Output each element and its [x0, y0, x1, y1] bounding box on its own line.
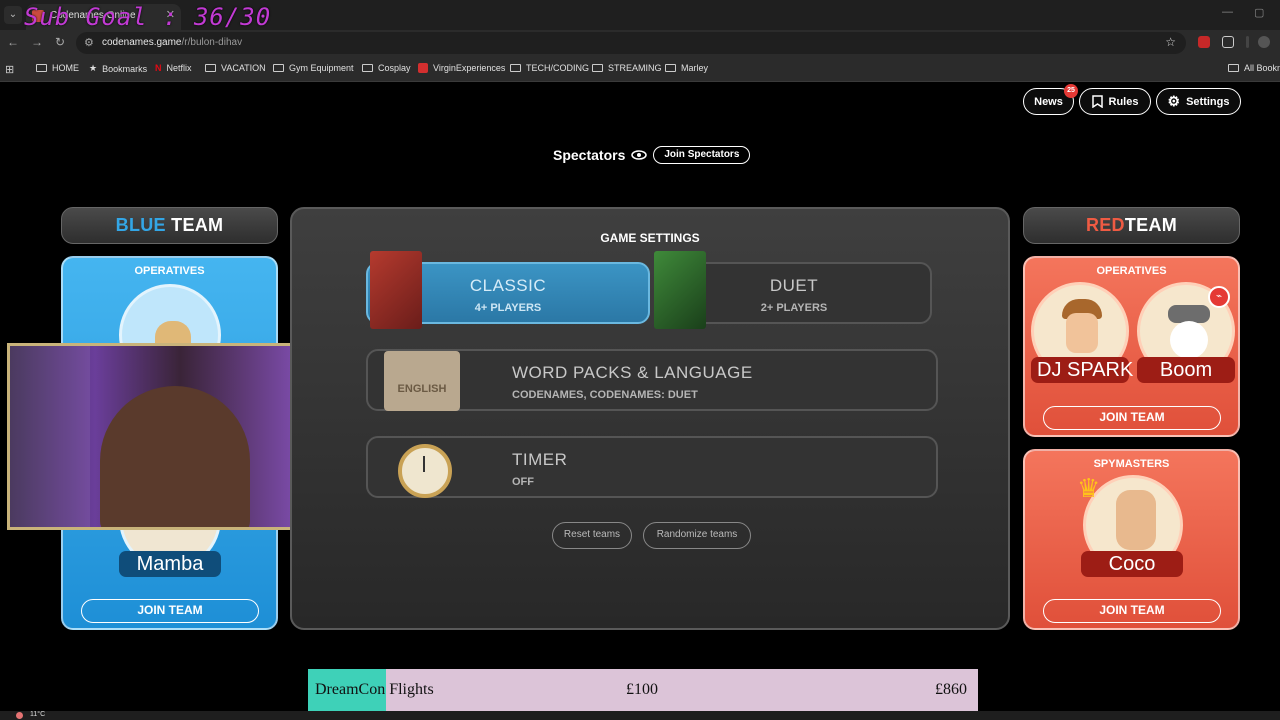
- settings-label: Settings: [1186, 95, 1230, 108]
- url-text: codenames.game/r/bulon-dihav: [102, 37, 243, 48]
- bookmark-cosplay[interactable]: Cosplay: [362, 63, 411, 73]
- folder-icon: [510, 64, 521, 72]
- spectators-bar: Spectators Join Spectators: [553, 146, 751, 164]
- bookmark-vacation[interactable]: VACATION: [205, 63, 266, 73]
- classic-box-art: [370, 251, 422, 329]
- game-settings-title: GAME SETTINGS: [600, 231, 700, 245]
- red-operative-name-2: Boom: [1137, 357, 1235, 383]
- red-join-spymasters-button[interactable]: JOIN TEAM: [1043, 599, 1221, 623]
- tab-search-icon[interactable]: ⌄: [4, 6, 22, 24]
- address-bar[interactable]: ⚙ codenames.game/r/bulon-dihav ☆: [76, 32, 1186, 54]
- site-info-icon[interactable]: ⚙: [84, 36, 94, 49]
- extension-icon[interactable]: [1198, 36, 1210, 48]
- settings-button[interactable]: ⚙ Settings: [1156, 88, 1241, 115]
- gear-icon: ⚙: [1167, 93, 1181, 109]
- news-count-badge: 25: [1064, 84, 1078, 98]
- blue-operatives-label: OPERATIVES: [134, 265, 205, 277]
- bookmark-icon: [1091, 95, 1103, 108]
- bookmark-bookmarks[interactable]: ★ Bookmarks: [89, 63, 147, 74]
- folder-icon: [36, 64, 47, 72]
- divider: [1246, 36, 1249, 48]
- donation-title: DreamCon Flights: [315, 681, 434, 698]
- bookmark-home[interactable]: HOME: [36, 63, 79, 73]
- clock-hand: [423, 456, 425, 472]
- sub-goal-overlay: Sub Goal : 36/30: [24, 3, 272, 31]
- donation-current: £100: [626, 681, 658, 698]
- forward-icon[interactable]: →: [31, 35, 43, 49]
- blue-team-header: BLUE TEAM: [61, 207, 278, 244]
- red-operative-name-1: DJ SPARK: [1031, 357, 1133, 383]
- bookmarks-bar: ⊞ HOME ★ Bookmarks N Netflix VACATION Gym …: [0, 56, 1280, 82]
- all-bookmarks[interactable]: All Bookm: [1228, 63, 1280, 73]
- word-packs-value: CODENAMES, CODENAMES: DUET: [512, 389, 698, 401]
- randomize-teams-button[interactable]: Randomize teams: [643, 522, 751, 549]
- news-button[interactable]: News 25: [1023, 84, 1078, 115]
- blue-join-spymasters-button[interactable]: JOIN TEAM: [81, 599, 259, 623]
- red-spymasters-panel: SPYMASTERS ♛ Coco JOIN TEAM: [1023, 449, 1240, 630]
- folder-icon: [273, 64, 284, 72]
- reset-teams-button[interactable]: Reset teams: [552, 522, 632, 549]
- news-label: News: [1034, 95, 1063, 108]
- streamer-webcam-overlay: [7, 343, 297, 530]
- game-settings-panel: GAME SETTINGS CLASSIC 4+ PLAYERS DUET 2+…: [290, 207, 1010, 630]
- timer-button[interactable]: TIMER OFF: [366, 436, 938, 498]
- avatar-face: [1066, 313, 1098, 353]
- eye-icon: [631, 150, 648, 160]
- spectators-label: Spectators: [553, 147, 626, 163]
- red-operatives-panel: OPERATIVES ⌁ DJ SPARK Boom JOIN TEAM: [1023, 256, 1240, 437]
- rules-button[interactable]: Rules: [1079, 88, 1151, 115]
- donation-goal: £860: [935, 681, 967, 698]
- stopwatch-icon: [398, 444, 452, 498]
- os-taskbar: 11°C: [0, 711, 1280, 720]
- avatar-face: [1116, 490, 1156, 550]
- bookmark-tech-coding[interactable]: TECH/CODING: [510, 63, 589, 73]
- weather-icon: [16, 712, 23, 719]
- minimize-icon[interactable]: —: [1222, 6, 1233, 18]
- disconnected-wifi-icon: ⌁: [1208, 286, 1230, 308]
- streamer-figure: [100, 386, 250, 527]
- duet-box-art: [654, 251, 706, 329]
- word-pack-box-icon: ENGLISH: [384, 351, 460, 411]
- folder-icon: [592, 64, 603, 72]
- back-icon[interactable]: ←: [7, 35, 19, 49]
- red-spymaster-name: Coco: [1081, 551, 1183, 577]
- folder-icon: [665, 64, 676, 72]
- bookmark-marley[interactable]: Marley: [665, 63, 708, 73]
- star-icon: ★: [89, 63, 98, 73]
- bookmark-virgin-experiences[interactable]: VirginExperiences: [418, 63, 505, 73]
- extensions-puzzle-icon[interactable]: [1222, 36, 1234, 48]
- folder-icon: [205, 64, 216, 72]
- browser-nav-bar: ← → ↻ ⚙ codenames.game/r/bulon-dihav ☆: [0, 30, 1280, 56]
- netflix-icon: N: [155, 63, 162, 73]
- timer-value: OFF: [512, 476, 534, 488]
- word-packs-button[interactable]: ENGLISH WORD PACKS & LANGUAGE CODENAMES,…: [366, 349, 938, 411]
- rules-label: Rules: [1108, 95, 1139, 108]
- folder-icon: [1228, 64, 1239, 72]
- bookmark-star-icon[interactable]: ☆: [1165, 35, 1176, 49]
- maximize-icon[interactable]: ▢: [1254, 6, 1264, 19]
- red-spymasters-label: SPYMASTERS: [1093, 458, 1170, 470]
- red-team-header: REDTEAM: [1023, 207, 1240, 244]
- apps-grid-icon[interactable]: ⊞: [5, 63, 14, 76]
- bookmark-netflix[interactable]: N Netflix: [155, 63, 192, 73]
- bookmark-streaming[interactable]: STREAMING: [592, 63, 662, 73]
- timer-title: TIMER: [512, 450, 568, 469]
- webcam-light: [10, 346, 90, 527]
- blue-spymaster-name: Mamba: [119, 551, 221, 577]
- word-packs-title: WORD PACKS & LANGUAGE: [512, 363, 753, 382]
- donation-goal-bar: DreamCon Flights £100 £860: [308, 669, 978, 712]
- join-spectators-button[interactable]: Join Spectators: [653, 146, 751, 164]
- reload-icon[interactable]: ↻: [55, 35, 65, 49]
- red-join-operatives-button[interactable]: JOIN TEAM: [1043, 406, 1221, 430]
- crown-icon: ♛: [1077, 473, 1101, 503]
- profile-avatar-icon[interactable]: [1258, 36, 1270, 48]
- weather-temperature: 11°C: [30, 711, 46, 718]
- folder-icon: [362, 64, 373, 72]
- virgin-icon: [418, 63, 428, 73]
- bookmark-gym-equipment[interactable]: Gym Equipment: [273, 63, 354, 73]
- red-operatives-label: OPERATIVES: [1096, 265, 1167, 277]
- browser-tab-bar: ⌄ Codenames Online ✕ Sub Goal : 36/30 — …: [0, 0, 1280, 31]
- avatar-face: [1170, 321, 1208, 359]
